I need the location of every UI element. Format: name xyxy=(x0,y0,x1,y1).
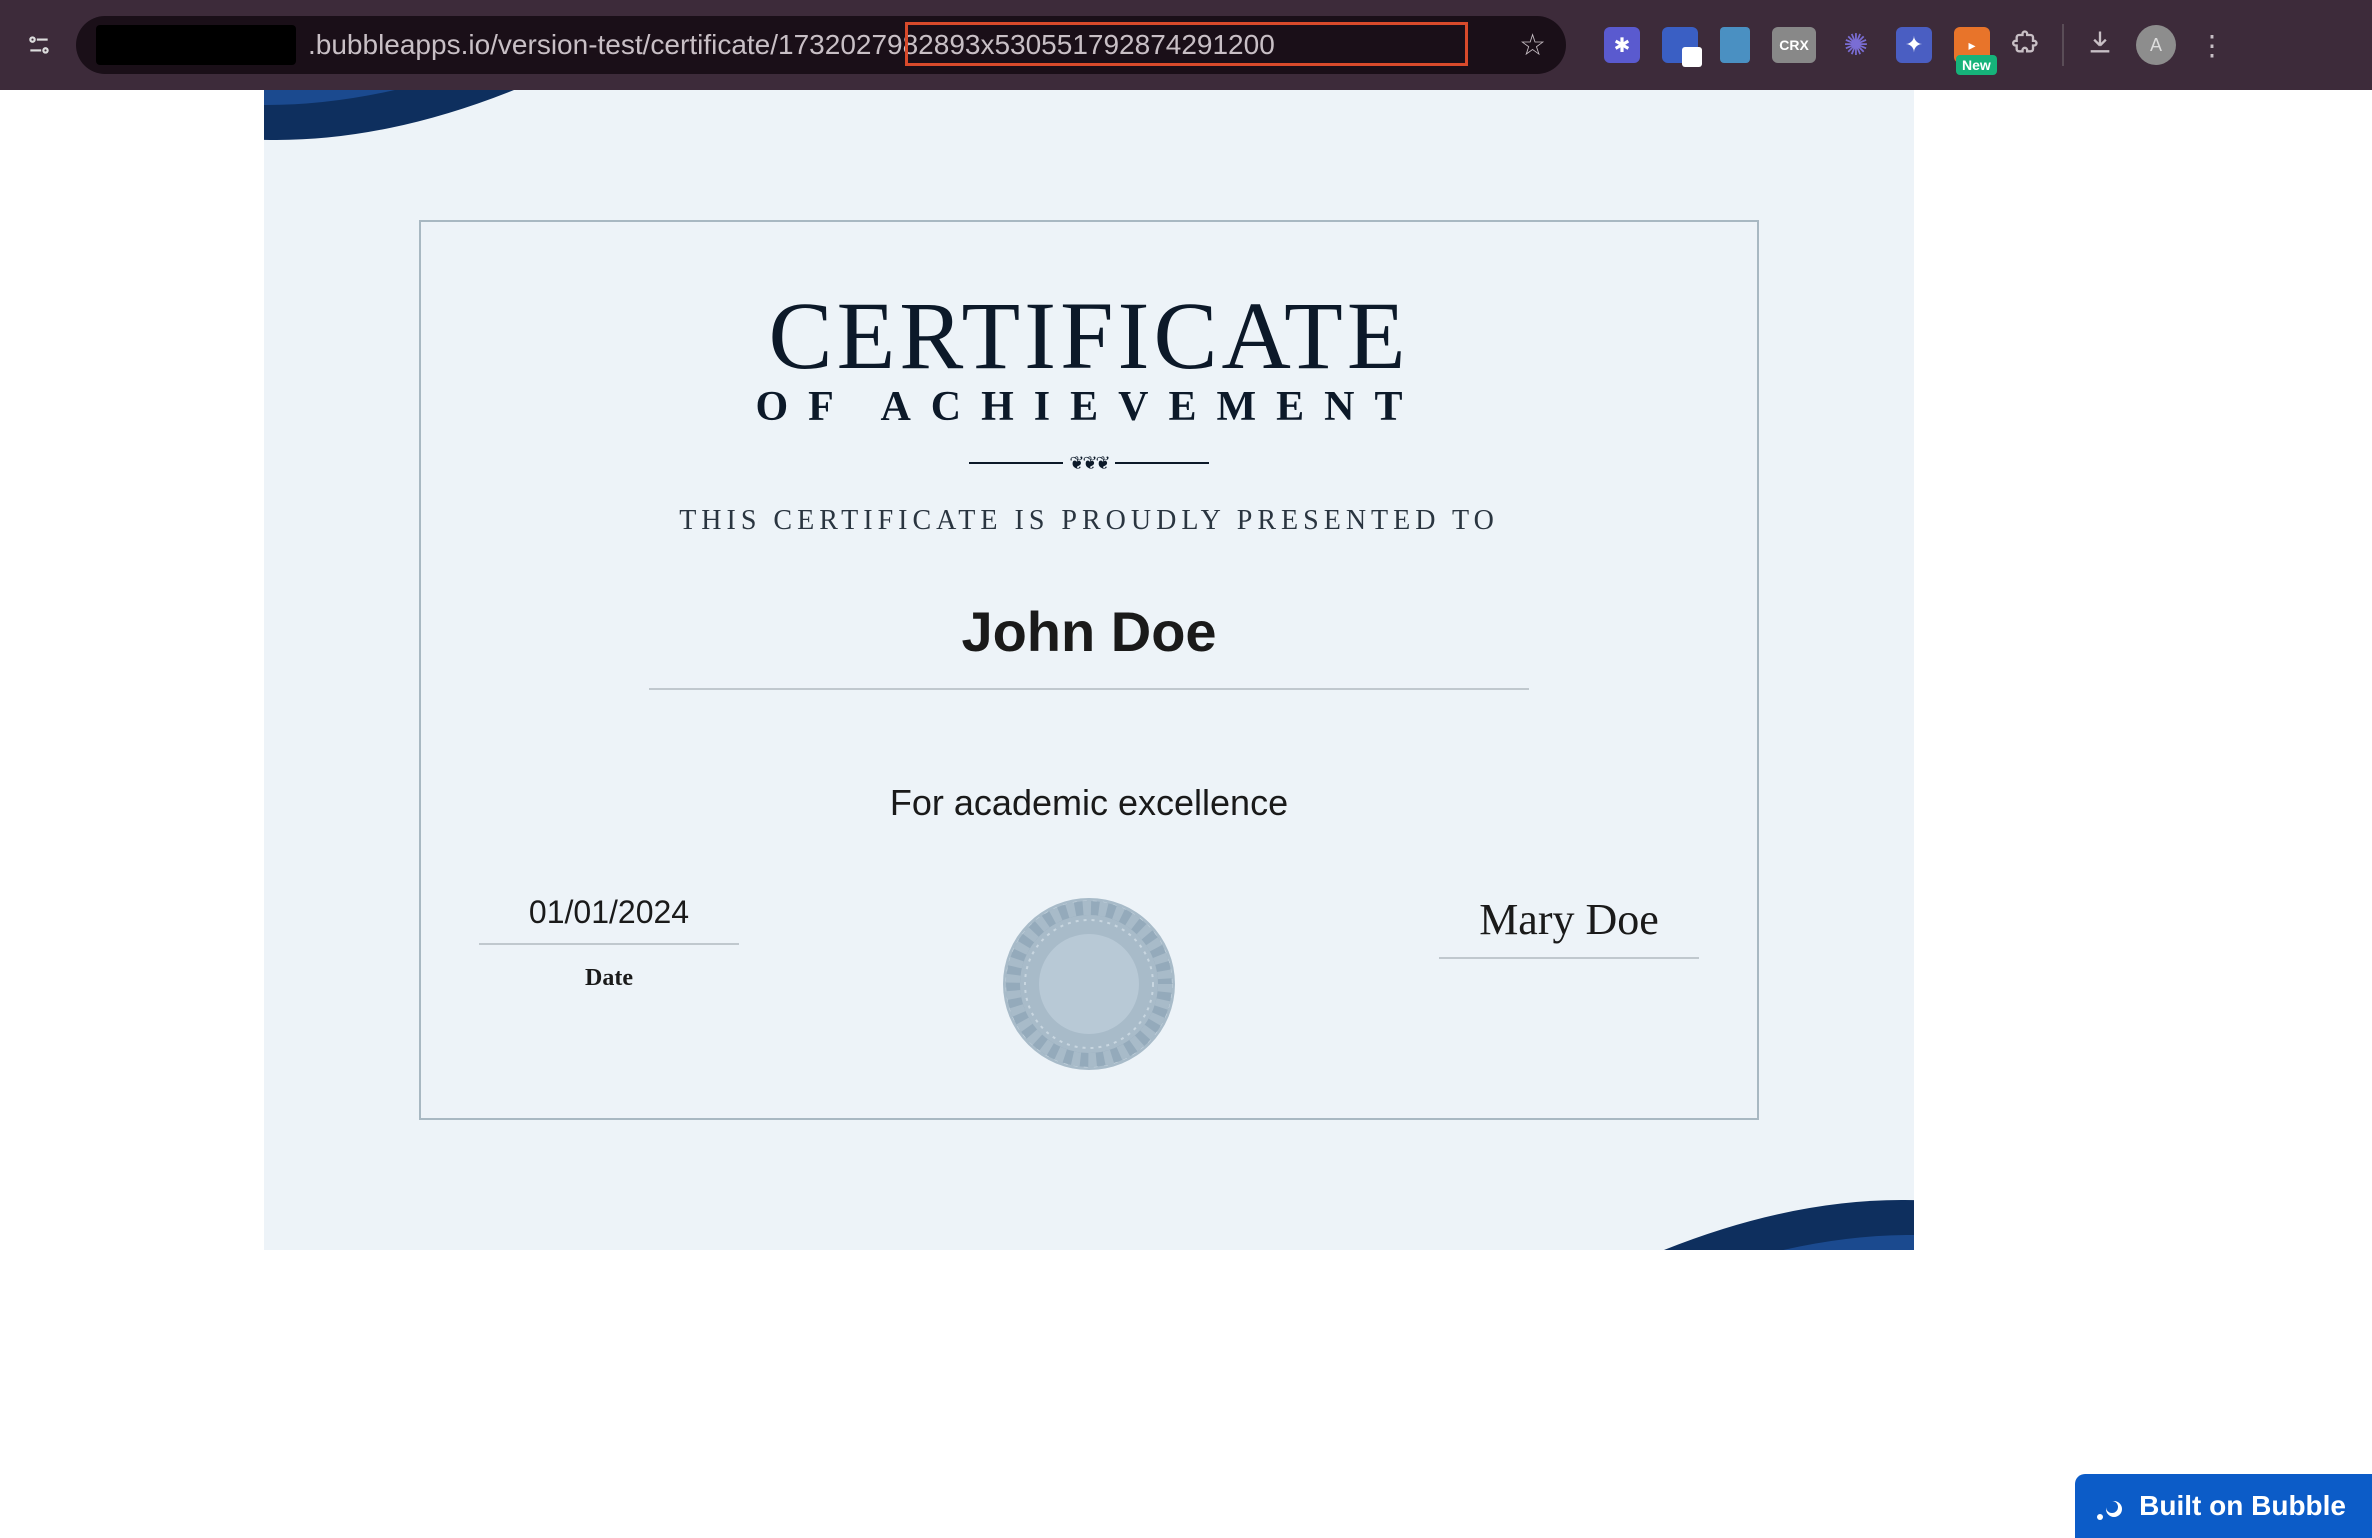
site-controls-icon[interactable] xyxy=(20,26,58,64)
browser-toolbar: .bubbleapps.io/version-test/certificate/… xyxy=(0,0,2372,90)
name-underline xyxy=(649,688,1529,690)
date-label: Date xyxy=(479,965,739,992)
downloads-icon[interactable] xyxy=(2086,28,2114,63)
certificate-title: CERTIFICATE xyxy=(419,280,1759,391)
url-obscured-section xyxy=(96,25,296,65)
certificate-subtitle: OF ACHIEVEMENT xyxy=(419,383,1759,431)
toolbar-divider xyxy=(2062,24,2064,66)
new-badge: New xyxy=(1956,55,1997,75)
url-bar[interactable]: .bubbleapps.io/version-test/certificate/… xyxy=(76,16,1566,74)
certificate-document: CERTIFICATE OF ACHIEVEMENT ❦❦❦ THIS CERT… xyxy=(264,90,1914,1250)
presented-to-text: THIS CERTIFICATE IS PROUDLY PRESENTED TO xyxy=(419,505,1759,537)
built-on-bubble-badge[interactable]: Built on Bubble xyxy=(2075,1474,2372,1538)
bubble-logo-icon xyxy=(2095,1490,2127,1522)
page-content: CERTIFICATE OF ACHIEVEMENT ❦❦❦ THIS CERT… xyxy=(0,90,2372,1538)
extension-panel-icon[interactable] xyxy=(1720,27,1750,63)
ornament-divider: ❦❦❦ xyxy=(969,455,1209,471)
extension-crx-icon[interactable]: CRX xyxy=(1772,27,1816,63)
date-value: 01/01/2024 xyxy=(479,894,739,931)
signature-block: Mary Doe xyxy=(1439,894,1699,959)
extension-puzzle-icon[interactable]: ✦ xyxy=(1896,27,1932,63)
certificate-bottom-row: 01/01/2024 Date xyxy=(419,894,1759,1074)
url-highlight-annotation xyxy=(905,22,1468,66)
recipient-name: John Doe xyxy=(419,599,1759,664)
bookmark-star-icon[interactable]: ☆ xyxy=(1519,28,1546,63)
certificate-reason: For academic excellence xyxy=(419,782,1759,824)
date-line xyxy=(479,943,739,945)
extension-gear-icon[interactable]: ✺ xyxy=(1838,27,1874,63)
extension-clipboard-icon[interactable] xyxy=(1662,27,1698,63)
extension-asterisk-icon[interactable]: ✱ xyxy=(1604,27,1640,63)
certificate-content: CERTIFICATE OF ACHIEVEMENT ❦❦❦ THIS CERT… xyxy=(419,220,1759,1074)
extension-orange-icon[interactable]: ▸ New xyxy=(1954,27,1990,63)
signature-name: Mary Doe xyxy=(1439,894,1699,945)
extensions-menu-icon[interactable] xyxy=(2012,28,2040,63)
profile-avatar[interactable]: A xyxy=(2136,25,2176,65)
browser-menu-icon[interactable]: ⋮ xyxy=(2198,29,2226,62)
extension-icons-row: ✱ CRX ✺ ✦ ▸ New A ⋮ xyxy=(1604,24,2226,66)
bubble-badge-label: Built on Bubble xyxy=(2139,1490,2346,1522)
avatar-letter: A xyxy=(2150,35,2162,56)
certificate-seal-icon xyxy=(999,894,1179,1074)
date-block: 01/01/2024 Date xyxy=(479,894,739,992)
signature-line xyxy=(1439,957,1699,959)
